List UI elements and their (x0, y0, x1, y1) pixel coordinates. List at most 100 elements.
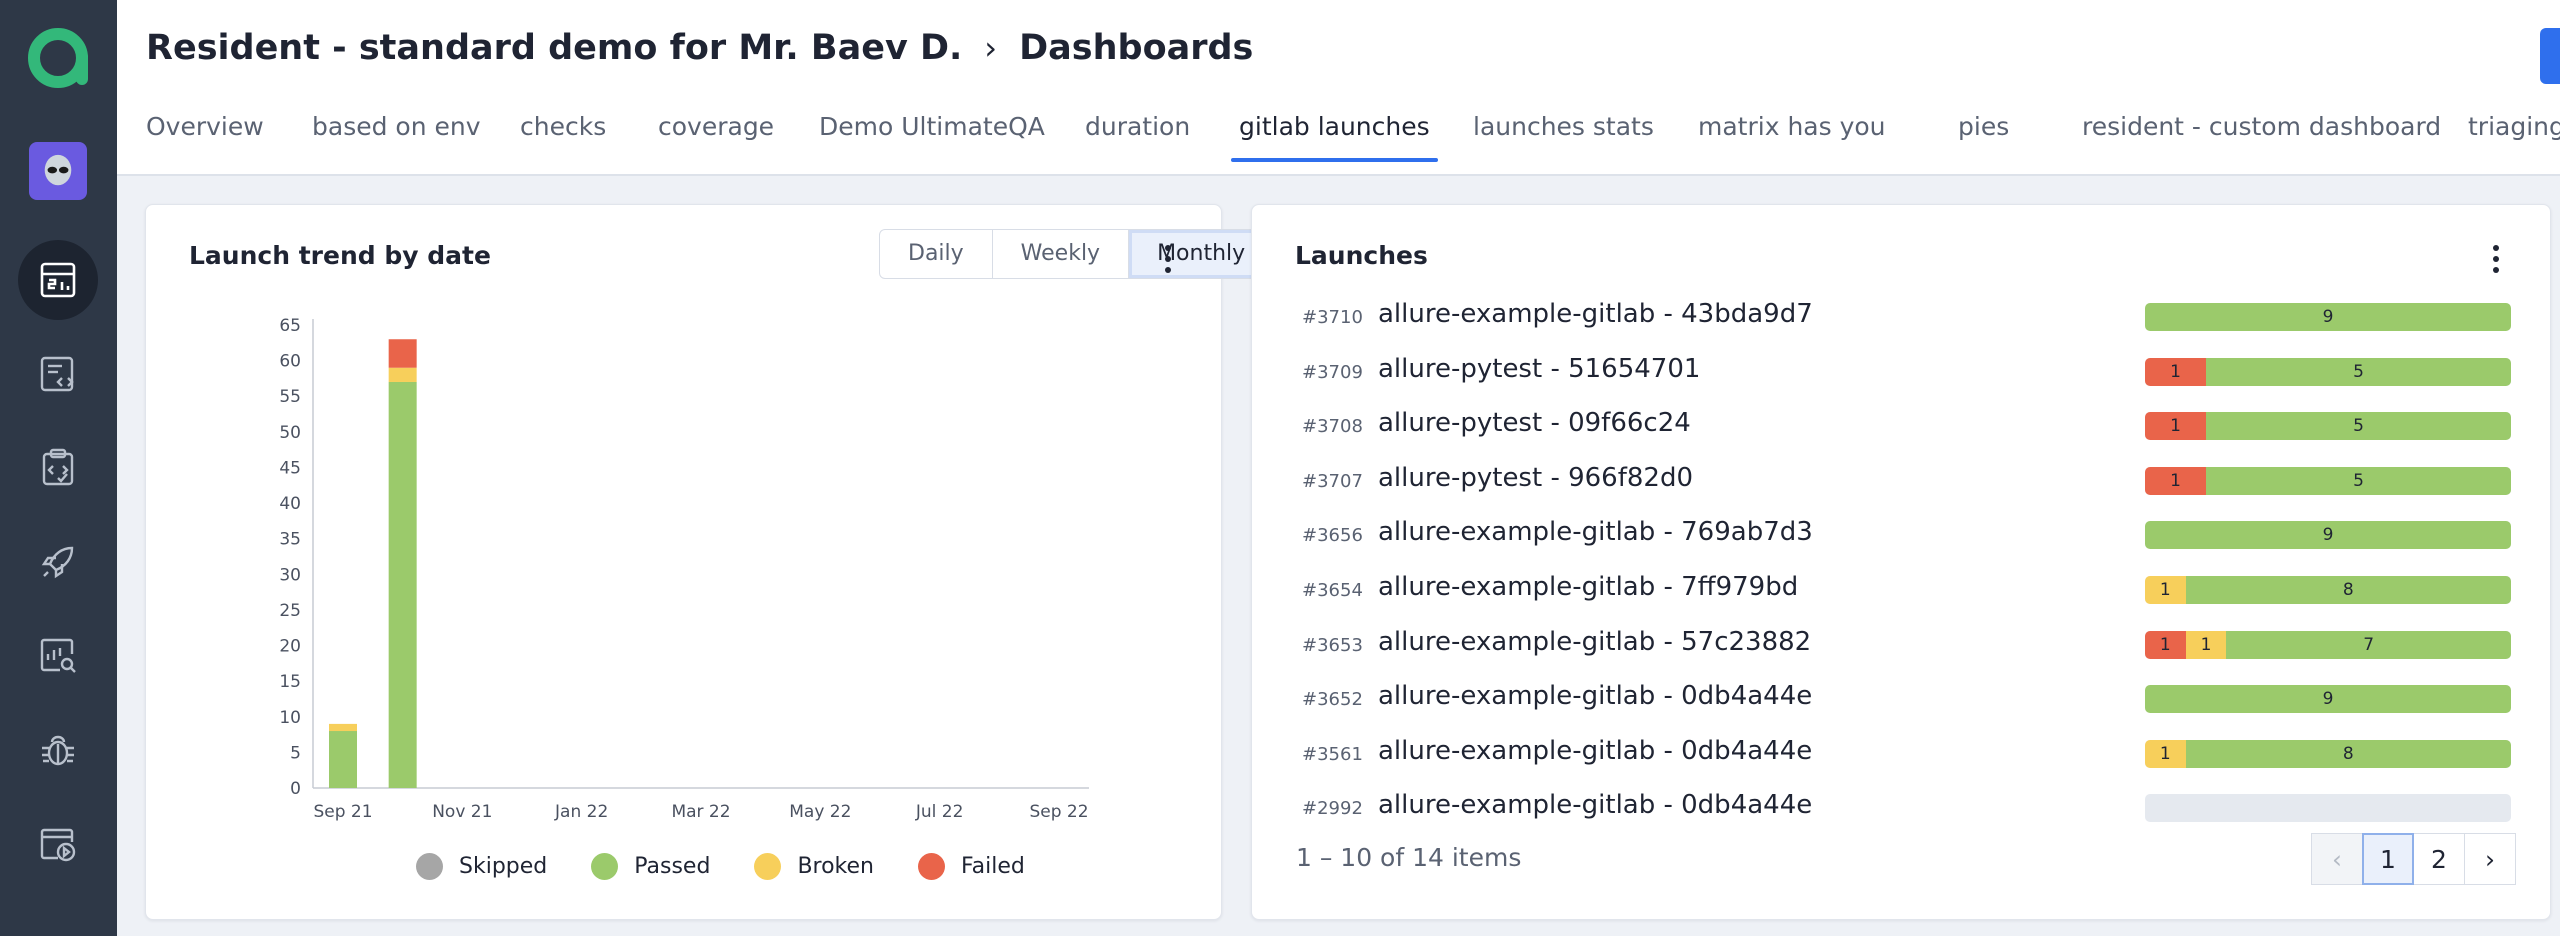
launch-trend-chart: 0 5 10 15 20 25 30 35 40 45 50 55 60 65 Sep 21 Nov 21 Ja… (279, 316, 1089, 822)
bar-segment-failed[interactable] (388, 339, 417, 368)
y-tick-label: 10 (279, 708, 301, 728)
tab-pies[interactable]: pies (1958, 112, 2009, 162)
status-segment-passed[interactable]: 9 (2145, 521, 2511, 550)
tab-coverage[interactable]: coverage (658, 112, 774, 162)
launch-row[interactable]: #3709 allure-pytest - 51654701 1 5 (1252, 346, 2511, 400)
tab-triaging[interactable]: triaging (2468, 112, 2560, 162)
status-segment-passed[interactable]: 9 (2145, 685, 2511, 714)
status-segment-passed[interactable]: 8 (2185, 739, 2511, 768)
legend-item-passed[interactable]: Passed (591, 853, 710, 880)
launch-name[interactable]: allure-example-gitlab - 769ab7d3 (1378, 517, 1813, 547)
launch-status-bar: 9 (2145, 521, 2511, 550)
sidebar-item-defects[interactable] (18, 710, 98, 790)
launch-name[interactable]: allure-example-gitlab - 0db4a44e (1378, 790, 1812, 820)
sidebar-item-launches[interactable] (18, 522, 98, 602)
header-action-button[interactable] (2540, 28, 2560, 84)
launch-name[interactable]: allure-pytest - 51654701 (1378, 354, 1700, 384)
status-segment-passed[interactable]: 5 (2206, 412, 2511, 441)
status-segment-broken[interactable]: 1 (2145, 576, 2186, 604)
legend-label: Skipped (459, 854, 548, 879)
status-segment-failed[interactable]: 1 (2145, 412, 2206, 441)
prev-page-button[interactable]: ‹ (2311, 833, 2363, 885)
next-page-button[interactable]: › (2464, 833, 2516, 885)
legend-item-skipped[interactable]: Skipped (416, 853, 547, 880)
y-tick-label: 0 (290, 779, 301, 799)
launch-row[interactable]: #3653 allure-example-gitlab - 57c23882 1 1 7 (1252, 619, 2511, 673)
pagination: ‹ 1 2 › (2311, 833, 2516, 885)
launch-name[interactable]: allure-example-gitlab - 0db4a44e (1378, 681, 1812, 711)
y-tick-label: 5 (290, 743, 301, 763)
breadcrumb-project[interactable]: Resident - standard demo for Mr. Baev D. (146, 28, 962, 68)
legend-dot (591, 853, 619, 880)
tab-resident-custom-dashboard[interactable]: resident - custom dashboard (2082, 112, 2441, 162)
bar-segment-passed[interactable] (329, 731, 357, 788)
widget-title: Launches (1295, 241, 1428, 270)
dashboard-icon (40, 262, 76, 298)
y-tick-label: 60 (279, 352, 301, 372)
status-segment-failed[interactable]: 1 (2145, 630, 2186, 659)
tab-checks[interactable]: checks (520, 112, 606, 162)
more-menu-icon[interactable] (2481, 241, 2511, 277)
legend-item-broken[interactable]: Broken (754, 853, 874, 880)
status-segment-broken[interactable]: 1 (2185, 630, 2227, 659)
launch-row[interactable]: #3652 allure-example-gitlab - 0db4a44e 9 (1252, 673, 2511, 727)
sidebar-item-test-cases[interactable] (18, 334, 98, 414)
page-button[interactable]: 2 (2413, 833, 2465, 885)
launch-status-bar (2145, 794, 2511, 823)
status-segment-failed[interactable]: 1 (2145, 357, 2206, 386)
y-tick-label: 65 (279, 316, 301, 336)
launch-name[interactable]: allure-pytest - 09f66c24 (1378, 408, 1691, 438)
x-tick-label: Jul 22 (915, 802, 964, 822)
launch-row[interactable]: #2992 allure-example-gitlab - 0db4a44e (1252, 782, 2511, 836)
launch-status-bar: 18 (2145, 576, 2511, 604)
tab-duration[interactable]: duration (1085, 112, 1190, 162)
tab-matrix-has-you[interactable]: matrix has you (1698, 112, 1886, 162)
launch-status-bar: 9 (2145, 303, 2511, 331)
launch-name[interactable]: allure-example-gitlab - 57c23882 (1378, 627, 1811, 657)
bar-segment-passed[interactable] (388, 381, 417, 788)
tab-launches-stats[interactable]: launches stats (1473, 112, 1654, 162)
bar-segment-broken[interactable] (388, 367, 417, 382)
launch-status-bar: 15 (2145, 357, 2511, 386)
launches-rocket-icon (41, 546, 74, 579)
legend-item-failed[interactable]: Failed (918, 853, 1025, 880)
launch-row[interactable]: #3708 allure-pytest - 09f66c24 1 5 (1252, 400, 2511, 454)
launch-name[interactable]: allure-example-gitlab - 43bda9d7 (1378, 299, 1813, 329)
tab-overview[interactable]: Overview (146, 112, 264, 162)
tab-demo-ultimateqa[interactable]: Demo UltimateQA (819, 112, 1045, 162)
tab-gitlab-launches[interactable]: gitlab launches (1231, 112, 1438, 162)
chart-legend: Skipped Passed Broken Failed (416, 853, 1069, 880)
launch-number: #3561 (1302, 743, 1363, 765)
launch-row[interactable]: #3561 allure-example-gitlab - 0db4a44e 1 8 (1252, 728, 2511, 782)
breadcrumb-dashboards: Dashboards (1019, 28, 1254, 68)
launch-name[interactable]: allure-example-gitlab - 0db4a44e (1378, 736, 1812, 766)
launch-row[interactable]: #3710 allure-example-gitlab - 43bda9d7 9 (1252, 291, 2511, 345)
launch-number: #3709 (1302, 361, 1363, 383)
sidebar-item-analytics[interactable] (18, 616, 98, 696)
status-segment-passed[interactable]: 7 (2226, 630, 2511, 659)
launch-row[interactable]: #3654 allure-example-gitlab - 7ff979bd 1 8 (1252, 564, 2511, 618)
bar-segment-broken[interactable] (329, 723, 357, 732)
status-segment-passed[interactable]: 9 (2145, 303, 2511, 331)
tab-based-on-env[interactable]: based on env (312, 112, 481, 162)
launch-name[interactable]: allure-example-gitlab - 7ff979bd (1378, 572, 1798, 602)
status-segment-passed[interactable]: 5 (2206, 357, 2511, 386)
launch-number: #3656 (1302, 525, 1363, 547)
sidebar-item-jobs[interactable] (18, 804, 98, 884)
status-segment-passed[interactable]: 5 (2206, 466, 2511, 495)
sidebar-item-dashboards[interactable] (18, 240, 98, 320)
status-segment-broken[interactable]: 1 (2145, 739, 2186, 768)
launch-row[interactable]: #3656 allure-example-gitlab - 769ab7d3 9 (1252, 509, 2511, 563)
launch-row[interactable]: #3707 allure-pytest - 966f82d0 1 5 (1252, 455, 2511, 509)
project-avatar[interactable] (29, 142, 87, 200)
x-tick-label: Mar 22 (671, 802, 730, 822)
status-segment-failed[interactable]: 1 (2145, 466, 2206, 495)
page-button[interactable]: 1 (2362, 833, 2414, 885)
status-segment-passed[interactable]: 8 (2185, 576, 2511, 604)
y-tick-label: 45 (279, 458, 301, 478)
sidebar (0, 0, 117, 936)
test-plans-icon (42, 448, 74, 486)
launch-name[interactable]: allure-pytest - 966f82d0 (1378, 463, 1693, 493)
allure-logo[interactable] (27, 27, 89, 89)
sidebar-item-test-plans[interactable] (18, 428, 98, 508)
